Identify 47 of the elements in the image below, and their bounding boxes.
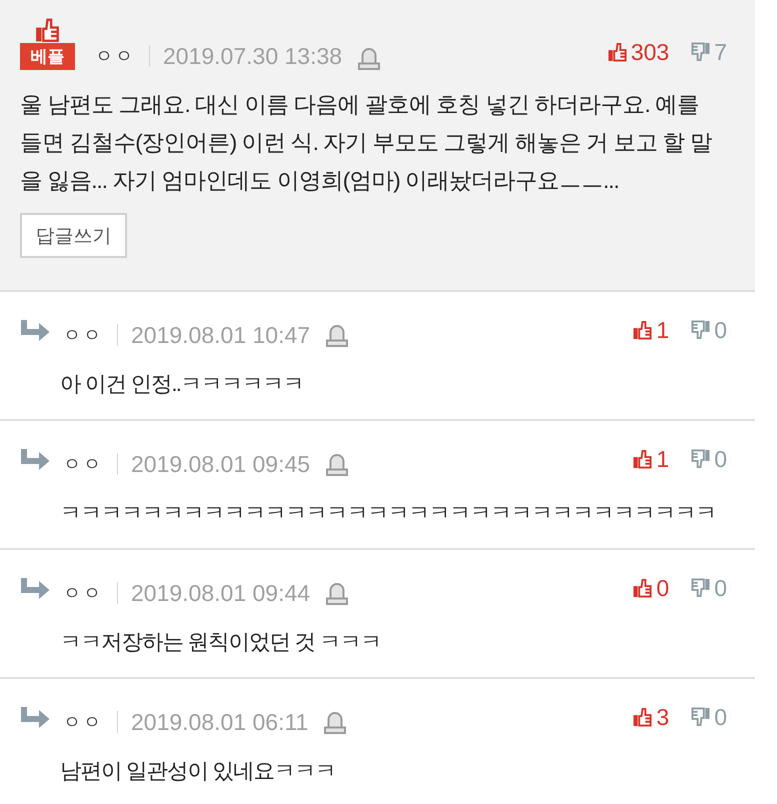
comment-date: 2019.07.30 13:38 bbox=[163, 42, 342, 70]
author-name: ㅇㅇ bbox=[95, 45, 135, 68]
thumb-up-icon bbox=[608, 42, 627, 62]
reply-arrow-icon bbox=[20, 578, 50, 600]
like-button[interactable]: 303 bbox=[608, 38, 670, 66]
siren-icon[interactable] bbox=[326, 452, 348, 476]
dislike-button[interactable]: 0 bbox=[691, 703, 727, 731]
reply-arrow-icon bbox=[20, 707, 50, 729]
author-name: ㅇㅇ bbox=[63, 453, 103, 476]
thumb-up-icon bbox=[633, 578, 652, 598]
thumb-up-icon bbox=[633, 449, 652, 469]
dislike-button[interactable]: 0 bbox=[691, 445, 727, 473]
reply-date: 2019.08.01 09:44 bbox=[131, 579, 310, 607]
siren-icon[interactable] bbox=[358, 46, 380, 70]
like-button[interactable]: 0 bbox=[633, 574, 670, 602]
best-badge: 베플 bbox=[20, 43, 75, 70]
reply-text: ㅋㅋ저장하는 원칙이었던 것 ㅋㅋㅋ bbox=[60, 629, 382, 656]
reply-date: 2019.08.01 09:45 bbox=[131, 450, 310, 478]
author-name: ㅇㅇ bbox=[63, 324, 103, 347]
thumb-up-icon bbox=[633, 320, 652, 340]
thumb-down-icon bbox=[691, 707, 710, 727]
like-button[interactable]: 1 bbox=[633, 316, 670, 344]
comment-text: 울 남편도 그래요. 대신 이름 다음에 괄호에 호칭 넣긴 하더라구요. 예를 들면 김철수(장인어른) 이런 식. 자기 부모도 그렇게 해놓은 거 보고 할 말을 잃음... 자기 엄마인데도 이영희(엄마) 이래놨더라구요ㅡㅡ... bbox=[20, 91, 713, 195]
thumb-down-icon bbox=[691, 42, 710, 62]
reply-text: 아 이건 인정..ㅋㅋㅋㅋㅋㅋ bbox=[60, 371, 304, 398]
dislike-button[interactable]: 0 bbox=[691, 574, 727, 602]
author-name: ㅇㅇ bbox=[63, 711, 103, 734]
dislike-button[interactable]: 0 bbox=[691, 316, 727, 344]
reply-text: 남편이 일관성이 있네요ㅋㅋㅋ bbox=[60, 758, 336, 785]
thumb-down-icon bbox=[691, 449, 710, 469]
siren-icon[interactable] bbox=[326, 581, 348, 605]
reply-arrow-icon bbox=[20, 320, 50, 342]
thumb-up-icon bbox=[633, 707, 652, 727]
reply-text: ㅋㅋㅋㅋㅋㅋㅋㅋㅋㅋㅋㅋㅋㅋㅋㅋㅋㅋㅋㅋㅋㅋㅋㅋㅋㅋㅋㅋㅋㅋㅋㅋ bbox=[60, 500, 717, 527]
reply-arrow-icon bbox=[20, 449, 50, 471]
reply-button[interactable]: 답글쓰기 bbox=[20, 213, 127, 258]
reply-date: 2019.08.01 06:11 bbox=[131, 708, 308, 736]
reply-date: 2019.08.01 10:47 bbox=[131, 321, 310, 349]
thumb-up-icon bbox=[35, 18, 60, 42]
siren-icon[interactable] bbox=[326, 323, 348, 347]
like-button[interactable]: 1 bbox=[633, 445, 670, 473]
dislike-button[interactable]: 7 bbox=[691, 38, 727, 66]
thumb-down-icon bbox=[691, 578, 710, 598]
siren-icon[interactable] bbox=[324, 710, 346, 734]
author-name: ㅇㅇ bbox=[63, 582, 103, 605]
thumb-down-icon bbox=[691, 320, 710, 340]
like-button[interactable]: 3 bbox=[633, 703, 670, 731]
